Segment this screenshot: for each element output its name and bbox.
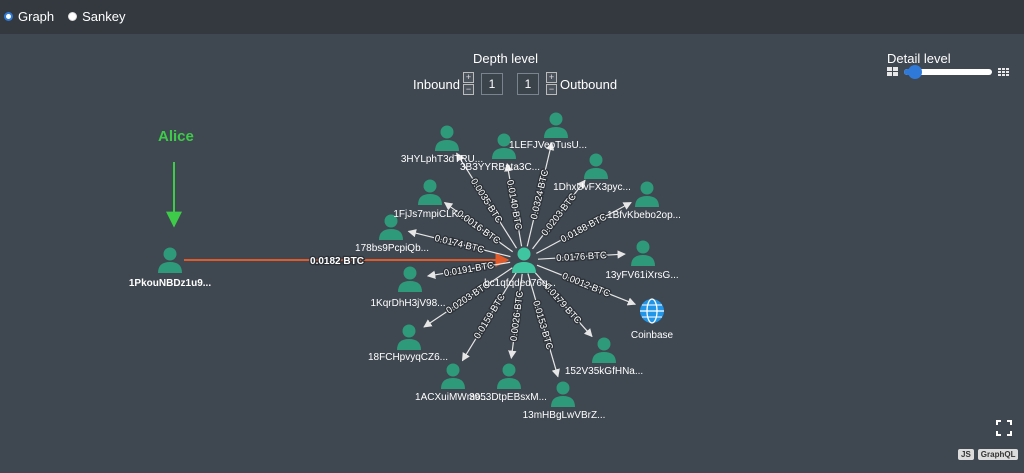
outbound-edge-amount: 0.0159 BTC — [472, 292, 508, 341]
outbound-address-node[interactable] — [635, 181, 659, 208]
outbound-address-node[interactable] — [584, 153, 608, 180]
outbound-address-label: 152V35kGfHNa... — [565, 366, 643, 377]
fine-grid-icon[interactable] — [998, 67, 1009, 76]
outbound-address-node[interactable] — [544, 112, 568, 139]
sankey-radio-indicator[interactable] — [68, 12, 78, 21]
outbound-address-label: 1DhxUvFX3pyc... — [553, 182, 631, 193]
outbound-depth-input[interactable]: 1 — [517, 73, 539, 95]
outbound-edge-amount: 0.0176 BTC — [556, 250, 607, 264]
outbound-address-node[interactable] — [397, 324, 421, 351]
view-mode-radio-group: Graph Sankey — [4, 9, 126, 24]
outbound-address-label: 1BfvKbebo2op... — [607, 210, 681, 221]
outbound-edge-amount: 0.0012 BTC — [560, 271, 611, 300]
detail-level-controls — [887, 64, 1009, 79]
detail-level-title: Detail level — [887, 51, 951, 66]
outbound-address-node[interactable] — [592, 337, 616, 364]
outbound-increment-button[interactable]: + — [546, 72, 557, 83]
sankey-radio-label: Sankey — [82, 9, 126, 24]
center-address-label: bc1qfqded76q... — [484, 278, 556, 289]
outbound-address-label: Coinbase — [631, 330, 674, 341]
nodes-layer: 1PkouNBDz1u9...3HYLphT3dTRU...3B3YYRBata… — [129, 112, 681, 421]
inbound-label: Inbound — [413, 76, 460, 92]
inbound-increment-button[interactable]: + — [463, 72, 474, 83]
outbound-stepper[interactable]: + − — [546, 72, 557, 96]
outbound-decrement-button[interactable]: − — [546, 84, 557, 95]
badges: JS GraphQL — [958, 449, 1019, 460]
graph-radio-label: Graph — [18, 9, 55, 24]
detail-level-slider[interactable] — [904, 64, 992, 79]
coinbase-globe-icon[interactable] — [640, 298, 664, 324]
top-toolbar: Graph Sankey — [0, 0, 1024, 34]
inbound-depth-input[interactable]: 1 — [481, 73, 503, 95]
graph-radio-indicator[interactable] — [4, 12, 13, 21]
coarse-grid-icon[interactable] — [887, 67, 898, 76]
depth-level-title: Depth level — [473, 51, 539, 66]
center-address-node[interactable] — [512, 247, 536, 274]
graphql-badge[interactable]: GraphQL — [977, 449, 1019, 460]
outbound-address-label: 1KqrDhH3jV98... — [370, 298, 445, 309]
outbound-edge-amount: 0.0026 BTC — [509, 290, 526, 342]
outbound-address-node[interactable] — [551, 381, 575, 408]
outbound-address-node[interactable] — [441, 363, 465, 390]
outbound-address-node[interactable] — [631, 240, 655, 267]
inbound-edge-amount: 0.0182 BTC — [310, 256, 364, 267]
outbound-edge-amount: 0.0174 BTC — [433, 233, 485, 256]
sankey-radio[interactable]: Sankey — [68, 9, 126, 24]
outbound-edge-amount: 0.0188 BTC — [559, 211, 609, 245]
outbound-edge-amount: 0.0324 BTC — [529, 168, 551, 220]
outbound-edge-amount: 0.0191 BTC — [443, 260, 495, 279]
outbound-address-label: 13mHBgLwVBrZ... — [523, 410, 606, 421]
depth-level-controls: Inbound + − 1 1 + − Outbound — [413, 72, 617, 96]
outbound-address-node[interactable] — [497, 363, 521, 390]
inbound-address-label: 1PkouNBDz1u9... — [129, 278, 211, 289]
inbound-stepper[interactable]: + − — [463, 72, 474, 96]
outbound-address-node[interactable] — [398, 266, 422, 293]
outbound-address-node[interactable] — [418, 179, 442, 206]
fullscreen-icon[interactable] — [996, 420, 1012, 436]
outbound-address-label: 1ACXuiMWmo... — [415, 392, 489, 403]
detail-slider-thumb[interactable] — [907, 64, 922, 79]
transaction-graph[interactable]: 0.0182 BTC0.0035 BTC 0.0140 BTC 0.0324 BTC… — [0, 34, 1024, 468]
outbound-label: Outbound — [560, 76, 618, 92]
inbound-address-node[interactable] — [158, 247, 182, 274]
inbound-decrement-button[interactable]: − — [463, 84, 474, 95]
outbound-address-label: 1LEFJVepTusU... — [509, 140, 587, 151]
outbound-address-label: 3B3YYRBata3C... — [460, 162, 540, 173]
outbound-address-node[interactable] — [435, 125, 459, 152]
graph-radio[interactable]: Graph — [4, 9, 54, 24]
js-badge[interactable]: JS — [958, 449, 974, 460]
outbound-edge-amount: 0.0153 BTC — [530, 299, 555, 351]
outbound-edge-amount: 0.0140 BTC — [504, 179, 524, 231]
outbound-address-label: 13yFV61iXrsG... — [605, 270, 678, 281]
graph-canvas[interactable]: 0.0182 BTC 0.0035 BTC 0.0140 BTC 0.0324 BTC… — [0, 34, 1024, 468]
outbound-address-label: 178bs9PcpiQb... — [355, 243, 429, 254]
alice-annotation-label: Alice — [158, 128, 194, 145]
outbound-address-label: 18FCHpvyqCZ6... — [368, 352, 448, 363]
outbound-address-label: 1FjJs7mpiCLK... — [393, 209, 466, 220]
